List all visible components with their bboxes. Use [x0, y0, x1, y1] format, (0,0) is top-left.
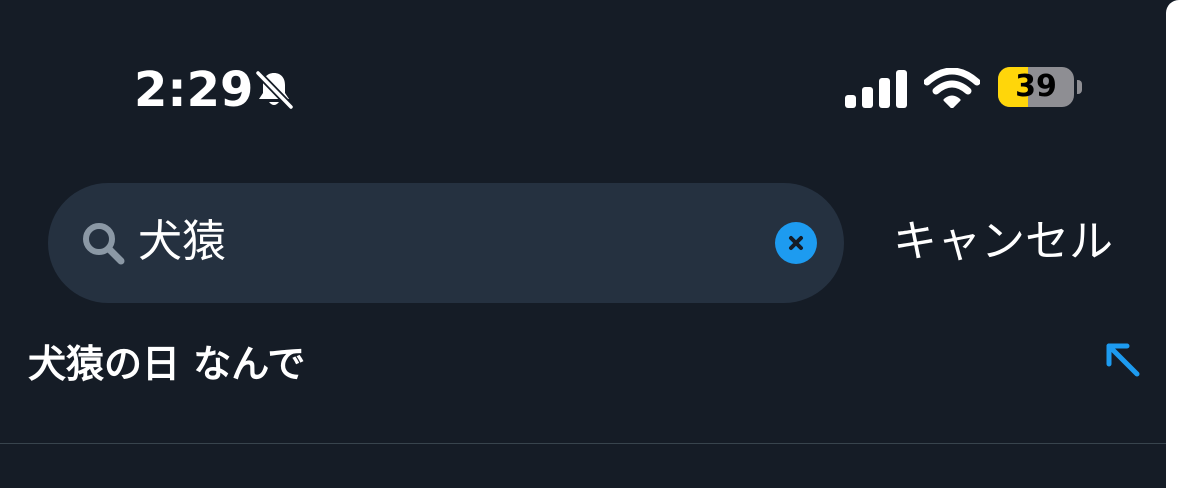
close-icon — [789, 236, 803, 250]
search-input-value[interactable]: 犬猿 — [138, 212, 226, 272]
battery-tip — [1077, 80, 1082, 94]
cancel-button[interactable]: キャンセル — [893, 212, 1113, 272]
screen: 2:29 39 犬猿 キャンセル 犬猿の日 なんで — [0, 0, 1179, 488]
battery-level: 39 — [1015, 69, 1057, 104]
search-icon — [83, 223, 125, 265]
divider — [0, 443, 1166, 444]
arrow-up-left-icon[interactable] — [1103, 340, 1143, 380]
battery-icon: 39 — [998, 67, 1074, 107]
wifi-icon — [924, 68, 980, 108]
right-edge-frame — [1166, 0, 1179, 488]
clear-search-button[interactable] — [775, 222, 817, 264]
bell-slash-icon — [254, 69, 295, 111]
status-bar: 2:29 39 — [0, 0, 1166, 150]
cellular-signal-icon — [845, 70, 907, 108]
search-suggestion-item[interactable]: 犬猿の日 なんで — [0, 320, 1166, 443]
suggestion-label: 犬猿の日 なんで — [28, 342, 306, 386]
status-time: 2:29 — [134, 62, 254, 118]
